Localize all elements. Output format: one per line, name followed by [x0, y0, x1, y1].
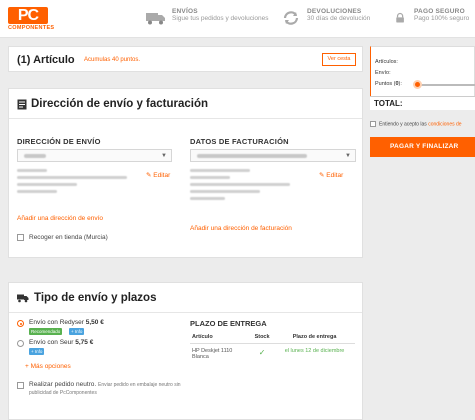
shipping-label: Envío:	[375, 70, 391, 76]
total-row: TOTAL:	[370, 96, 475, 110]
redyser-option[interactable]: Envío con Redyser 5,50 €	[29, 319, 104, 326]
direccion-header: Dirección de envío y facturación	[9, 89, 362, 119]
logo-letters: PC	[8, 7, 48, 24]
points-prefix: Puntos (	[375, 81, 396, 87]
feature-subtitle: Sigue tus pedidos y devoluciones	[172, 14, 269, 22]
articulo-card: (1) Artículo Acumulas 40 puntos. Ver ces…	[8, 46, 363, 72]
more-options-link[interactable]: + Más opciones	[25, 363, 71, 370]
chevron-down-icon: ▼	[345, 153, 351, 159]
lock-icon	[396, 12, 404, 23]
chevron-down-icon: ▼	[161, 153, 167, 159]
recommended-badge: Recomendado	[29, 328, 63, 335]
redyser-radio[interactable]	[17, 320, 24, 327]
truck-icon	[17, 294, 29, 303]
direccion-card: Dirección de envío y facturación DIRECCI…	[8, 88, 363, 258]
points-slider-handle[interactable]	[413, 80, 422, 89]
add-billing-address-link[interactable]: Añadir una dirección de facturación	[190, 225, 292, 232]
tipo-envio-title: Tipo de envío y plazos	[34, 292, 157, 304]
terms-text: Entiendo y acepto las	[379, 121, 427, 128]
terms-row: Entiendo y acepto las condiciones de	[370, 121, 475, 127]
feature-subtitle: 30 días de devolución	[307, 14, 371, 22]
neutral-title: Realizar pedido neutro.	[29, 381, 97, 388]
option-price: 5,75 €	[75, 339, 94, 346]
table-header: Artículo	[190, 331, 250, 344]
articles-label: Artículos:	[375, 59, 398, 65]
delivery-date-cell: el lunes 12 de diciembre	[284, 348, 345, 354]
edit-shipping-link[interactable]: ✎ Editar	[146, 171, 170, 179]
plazo-title: PLAZO DE ENTREGA	[190, 319, 267, 328]
pay-and-finish-button[interactable]: PAGAR Y FINALIZAR	[370, 137, 475, 157]
edit-label: Editar	[326, 172, 344, 179]
check-icon: ✓	[258, 348, 266, 357]
total-label: TOTAL:	[374, 99, 403, 108]
seur-option[interactable]: Envío con Seur 5,75 €	[29, 339, 93, 346]
info-badge[interactable]: + Info	[69, 328, 85, 335]
info-badge[interactable]: + Info	[29, 348, 45, 355]
article-cell: HP Deskjet 1110 Blanca	[192, 348, 233, 360]
option-price: 5,50 €	[85, 319, 104, 326]
shipping-address-select[interactable]: ▼	[17, 149, 172, 162]
delivery-table: Artículo Stock Plazo de entrega HP Deskj…	[190, 331, 355, 364]
ver-cesta-button[interactable]: Ver cesta	[322, 53, 356, 66]
seur-radio[interactable]	[17, 340, 24, 347]
truck-icon	[146, 13, 165, 25]
table-header: Stock	[250, 331, 275, 344]
neutral-order-label: Realizar pedido neutro. Enviar pedido en…	[29, 381, 189, 398]
points-slider-track[interactable]	[415, 84, 475, 86]
shipping-address-label: DIRECCIÓN DE ENVÍO	[17, 137, 101, 146]
table-row: HP Deskjet 1110 Blanca ✓ el lunes 12 de …	[190, 344, 355, 365]
feature-pago-seguro[interactable]: PAGO SEGURO Pago 100% seguro	[395, 8, 470, 26]
return-icon	[283, 11, 299, 25]
option-name: Envío con Redyser	[29, 319, 84, 326]
tipo-envio-header: Tipo de envío y plazos	[9, 283, 362, 313]
logo-subtitle: COMPONENTES	[8, 25, 55, 31]
articulo-title: (1) Artículo	[17, 54, 75, 66]
billing-address-details	[190, 169, 300, 204]
points-note: Acumulas 40 puntos.	[84, 57, 141, 63]
feature-envios[interactable]: ENVÍOS Sigue tus pedidos y devoluciones	[145, 8, 269, 26]
document-icon	[17, 99, 27, 110]
pickup-checkbox[interactable]	[17, 234, 24, 241]
top-header: PC COMPONENTES ENVÍOS Sigue tus pedidos …	[0, 0, 475, 38]
neutral-order-checkbox[interactable]	[17, 382, 24, 389]
logo-mark: PC	[8, 7, 48, 24]
more-options-label: Más opciones	[30, 363, 71, 370]
shipping-address-details	[17, 169, 127, 197]
edit-billing-link[interactable]: ✎ Editar	[319, 171, 343, 179]
add-shipping-address-link[interactable]: Añadir una dirección de envío	[17, 215, 103, 222]
redacted-value	[24, 154, 46, 158]
feature-subtitle: Pago 100% seguro	[414, 14, 470, 22]
plus-icon: +	[25, 363, 29, 370]
terms-checkbox[interactable]	[370, 121, 376, 127]
edit-label: Editar	[153, 172, 171, 179]
pickup-label: Recoger en tienda (Murcia)	[29, 234, 108, 241]
points-label: Puntos (0):	[375, 81, 402, 87]
tipo-envio-card: Tipo de envío y plazos Envío con Redyser…	[8, 282, 363, 420]
order-summary: Artículos: Envío: Puntos (0):	[370, 46, 475, 99]
table-header: Plazo de entrega	[274, 331, 355, 344]
redacted-value	[197, 154, 307, 158]
terms-link[interactable]: condiciones de	[428, 121, 461, 127]
billing-data-label: DATOS DE FACTURACIÓN	[190, 137, 289, 146]
feature-devoluciones[interactable]: DEVOLUCIONES 30 días de devolución	[280, 8, 371, 26]
direccion-title: Dirección de envío y facturación	[31, 98, 209, 110]
billing-data-select[interactable]: ▼	[190, 149, 356, 162]
pccomponentes-logo[interactable]: PC COMPONENTES	[8, 7, 54, 31]
points-suffix: ):	[398, 81, 402, 87]
option-name: Envío con Seur	[29, 339, 74, 346]
